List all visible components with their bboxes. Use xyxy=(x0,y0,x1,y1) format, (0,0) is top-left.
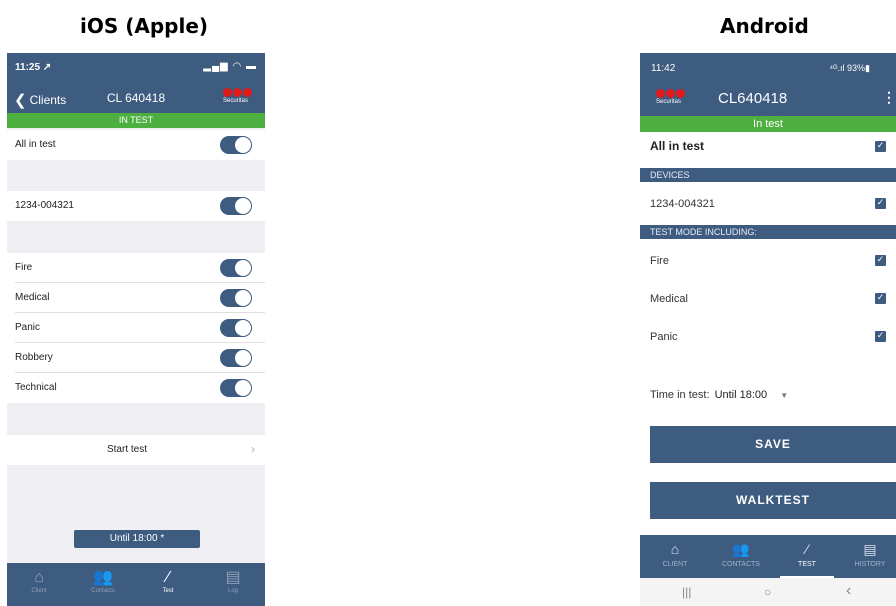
nav-bar: ❮ Clients CL 640418 Securitas xyxy=(7,83,265,113)
signal-wifi-battery-icon: ▂▄▆ ◠ ▬ xyxy=(203,61,257,72)
fire-toggle[interactable] xyxy=(220,259,252,277)
history-icon: ▤ xyxy=(863,541,877,557)
status-bar: 11:42 ⁴ᴳ.ıl 93%▮ xyxy=(640,53,896,81)
start-test-row[interactable]: Start test › xyxy=(7,435,265,465)
alarm-row-panic: Panic ✓ xyxy=(640,322,896,352)
contacts-icon: 👥 xyxy=(93,569,113,586)
tab-bar: ⌂ Client 👥 Contacts ⁄ Test ▤ Log xyxy=(7,563,265,606)
device-toggle[interactable] xyxy=(220,197,252,215)
all-in-test-row: All in test xyxy=(7,130,265,160)
device-checkbox[interactable]: ✓ xyxy=(875,198,886,209)
robbery-toggle[interactable] xyxy=(220,349,252,367)
overflow-menu-icon[interactable]: ⋮ xyxy=(882,89,896,106)
ios-screen: 11:25 ↗ ▂▄▆ ◠ ▬ ❮ Clients CL 640418 Secur… xyxy=(7,53,265,606)
tab-log[interactable]: ▤ Log xyxy=(201,563,265,606)
tab-label: Log xyxy=(227,588,238,594)
alarm-label: Robbery xyxy=(15,352,53,363)
all-in-test-row: All in test ✓ xyxy=(640,132,896,162)
ios-heading: iOS (Apple) xyxy=(80,14,209,38)
test-icon: ⁄ xyxy=(805,541,809,557)
tab-history[interactable]: ▤ HISTORY xyxy=(844,535,896,578)
tab-test[interactable]: ⁄ TEST xyxy=(778,535,836,578)
tab-client[interactable]: ⌂ Client xyxy=(7,563,71,606)
app-bar: Securitas CL640418 ⋮ xyxy=(640,81,896,116)
alarm-row-medical: Medical xyxy=(7,283,265,313)
alarm-row-technical: Technical xyxy=(7,373,265,403)
alarm-row-medical: Medical ✓ xyxy=(640,284,896,314)
log-icon: ▤ xyxy=(225,569,241,586)
tab-bar: ⌂ CLIENT 👥 CONTACTS ⁄ TEST ▤ HISTORY xyxy=(640,535,896,578)
contacts-icon: 👥 xyxy=(732,541,750,557)
alarm-label: Technical xyxy=(15,382,57,393)
page-title: CL640418 xyxy=(718,90,788,107)
devices-header: DEVICES xyxy=(640,168,896,182)
tab-contacts[interactable]: 👥 Contacts xyxy=(71,563,135,606)
alarm-label: Medical xyxy=(650,293,688,305)
panic-checkbox[interactable]: ✓ xyxy=(875,331,886,342)
securitas-logo: Securitas xyxy=(223,88,252,104)
tab-label: HISTORY xyxy=(854,561,886,568)
status-bar: 11:25 ↗ ▂▄▆ ◠ ▬ xyxy=(7,53,265,83)
alarm-label: Fire xyxy=(15,262,33,273)
save-button[interactable]: SAVE xyxy=(650,426,896,463)
technical-toggle[interactable] xyxy=(220,379,252,397)
status-time: 11:42 xyxy=(651,63,676,74)
device-label: 1234-004321 xyxy=(15,200,74,211)
android-screen: 11:42 ⁴ᴳ.ıl 93%▮ Securitas CL640418 ⋮ In… xyxy=(640,53,896,606)
tab-label: Client xyxy=(31,588,47,594)
recents-icon[interactable]: ||| xyxy=(682,585,691,599)
medical-toggle[interactable] xyxy=(220,289,252,307)
status-time: 11:25 ↗ xyxy=(15,62,52,73)
walktest-button[interactable]: WALKTEST xyxy=(650,482,896,519)
alarm-row-panic: Panic xyxy=(7,313,265,343)
tab-label: Test xyxy=(162,588,174,594)
test-icon: ⁄ xyxy=(166,569,170,586)
alarm-row-fire: Fire xyxy=(7,253,265,283)
home-nav-icon[interactable]: ○ xyxy=(764,585,771,599)
all-in-test-label: All in test xyxy=(650,139,705,153)
time-in-test-value: Until 18:00 xyxy=(714,389,768,401)
all-in-test-toggle[interactable] xyxy=(220,136,252,154)
tab-label: CONTACTS xyxy=(722,561,760,568)
home-icon: ⌂ xyxy=(670,541,680,557)
test-mode-header: TEST MODE INCLUDING: xyxy=(640,225,896,239)
time-in-test-label: Time in test: xyxy=(650,389,710,401)
tab-client[interactable]: ⌂ CLIENT xyxy=(650,535,700,578)
battery-signal-icon: ⁴ᴳ.ıl 93%▮ xyxy=(829,63,870,73)
medical-checkbox[interactable]: ✓ xyxy=(875,293,886,304)
dropdown-arrow-icon: ▼ xyxy=(780,391,789,400)
alarm-label: Fire xyxy=(650,255,669,267)
alarm-row-fire: Fire ✓ xyxy=(640,246,896,276)
start-test-label: Start test xyxy=(106,444,147,455)
all-in-test-label: All in test xyxy=(15,139,56,150)
device-row: 1234-004321 ✓ xyxy=(640,189,896,219)
alarm-row-robbery: Robbery xyxy=(7,343,265,373)
securitas-logo: Securitas xyxy=(656,89,685,105)
alarm-label: Medical xyxy=(15,292,50,303)
tab-label: CLIENT xyxy=(662,561,688,568)
device-label: 1234-004321 xyxy=(650,198,715,210)
panic-toggle[interactable] xyxy=(220,319,252,337)
chevron-right-icon: › xyxy=(251,442,255,456)
fire-checkbox[interactable]: ✓ xyxy=(875,255,886,266)
home-icon: ⌂ xyxy=(34,569,44,586)
until-time-button[interactable]: Until 18:00 * xyxy=(74,530,200,548)
tab-label: Contacts xyxy=(91,588,115,594)
status-banner: IN TEST xyxy=(7,113,265,128)
tab-label: TEST xyxy=(798,561,816,568)
tab-test[interactable]: ⁄ Test xyxy=(136,563,200,606)
system-nav-bar: ||| ○ ‹ xyxy=(640,578,896,606)
back-nav-icon[interactable]: ‹ xyxy=(846,582,851,600)
all-in-test-checkbox[interactable]: ✓ xyxy=(875,141,886,152)
alarm-label: Panic xyxy=(15,322,41,333)
time-in-test-select[interactable]: Time in test: Until 18:00 ▼ xyxy=(650,389,788,401)
alarm-label: Panic xyxy=(650,331,678,343)
android-heading: Android xyxy=(720,14,809,38)
device-row: 1234-004321 xyxy=(7,191,265,221)
tab-contacts[interactable]: 👥 CONTACTS xyxy=(712,535,770,578)
